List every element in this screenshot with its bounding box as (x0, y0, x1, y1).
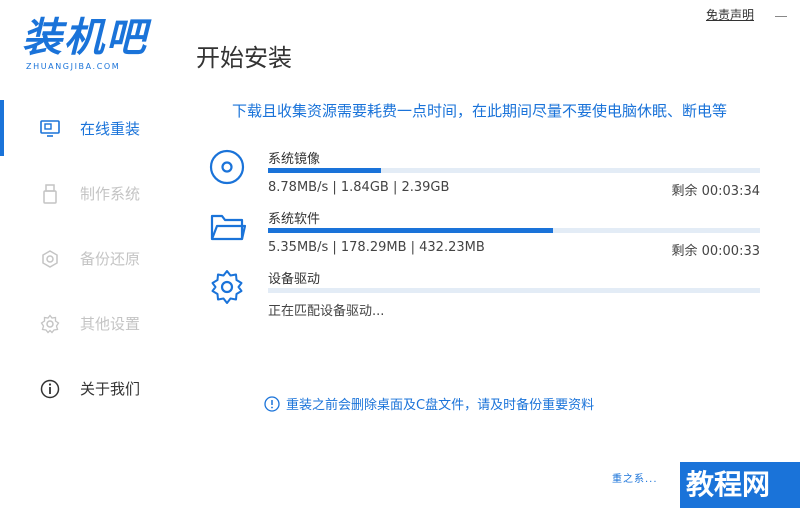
progress-bar (268, 288, 760, 293)
sidebar-item-label: 其他设置 (80, 315, 141, 333)
download-notice: 下载且收集资源需要耗费一点时间，在此期间尽量不要使电脑休眠、断电等 (232, 102, 728, 120)
logo-subtitle: ZHUANGJIBA.COM (26, 62, 121, 71)
progress-bar (268, 168, 760, 173)
sidebar-item-label: 备份还原 (80, 250, 141, 268)
item-stats: 正在匹配设备驱动... (268, 304, 385, 319)
sidebar-item-online-reinstall[interactable]: 在线重装 (0, 96, 180, 161)
item-remaining-time: 剩余 00:00:33 (671, 244, 760, 259)
gear-icon (208, 268, 246, 306)
download-item-device-driver: 设备驱动 正在匹配设备驱动... (208, 268, 760, 328)
sidebar-item-label: 关于我们 (80, 380, 141, 398)
download-item-system-software: 系统软件 5.35MB/s | 178.29MB | 432.23MB 剩余 0… (208, 208, 760, 268)
item-remaining-time: 剩余 00:03:34 (671, 184, 760, 199)
download-item-system-image: 系统镜像 8.78MB/s | 1.84GB | 2.39GB 剩余 00:03… (208, 148, 760, 208)
usb-icon (40, 183, 60, 204)
info-icon (264, 395, 280, 412)
sidebar-item-make-system[interactable]: 制作系统 (0, 161, 180, 226)
watermark-mark: 重之系... (612, 474, 658, 485)
minimize-button[interactable] (774, 8, 788, 22)
disc-icon (208, 148, 246, 186)
item-title: 系统软件 (268, 212, 321, 227)
warning-text: 重装之前会删除桌面及C盘文件，请及时备份重要资料 (286, 398, 595, 413)
sidebar-item-label: 在线重装 (80, 120, 141, 138)
page-title: 开始安装 (196, 44, 292, 72)
progress-fill (268, 168, 382, 173)
sidebar-item-backup-restore[interactable]: 备份还原 (0, 226, 180, 291)
sidebar-item-about-us[interactable]: 关于我们 (0, 356, 180, 421)
backup-icon (40, 249, 60, 269)
folder-icon (208, 208, 247, 246)
sidebar-item-other-settings[interactable]: 其他设置 (0, 291, 180, 356)
item-stats: 8.78MB/s | 1.84GB | 2.39GB (268, 180, 450, 195)
window-controls: 免责声明 (706, 6, 788, 23)
item-title: 系统镜像 (268, 152, 321, 167)
sidebar-item-label: 制作系统 (80, 185, 141, 203)
info-icon (40, 379, 60, 399)
logo-text: 装机吧 (22, 15, 148, 61)
watermark-brand: 教程网 (680, 462, 800, 508)
backup-warning: 重装之前会删除桌面及C盘文件，请及时备份重要资料 (264, 394, 594, 413)
disclaimer-link[interactable]: 免责声明 (706, 6, 754, 23)
sidebar: 在线重装 制作系统 备份还原 其他设置 关于我们 (0, 96, 180, 421)
monitor-icon (40, 119, 60, 139)
gear-icon (40, 313, 60, 334)
progress-fill (268, 228, 554, 233)
item-title: 设备驱动 (268, 272, 321, 287)
item-stats: 5.35MB/s | 178.29MB | 432.23MB (268, 240, 485, 255)
progress-bar (268, 228, 760, 233)
app-logo: 装机吧 ZHUANGJIBA.COM (22, 16, 172, 76)
